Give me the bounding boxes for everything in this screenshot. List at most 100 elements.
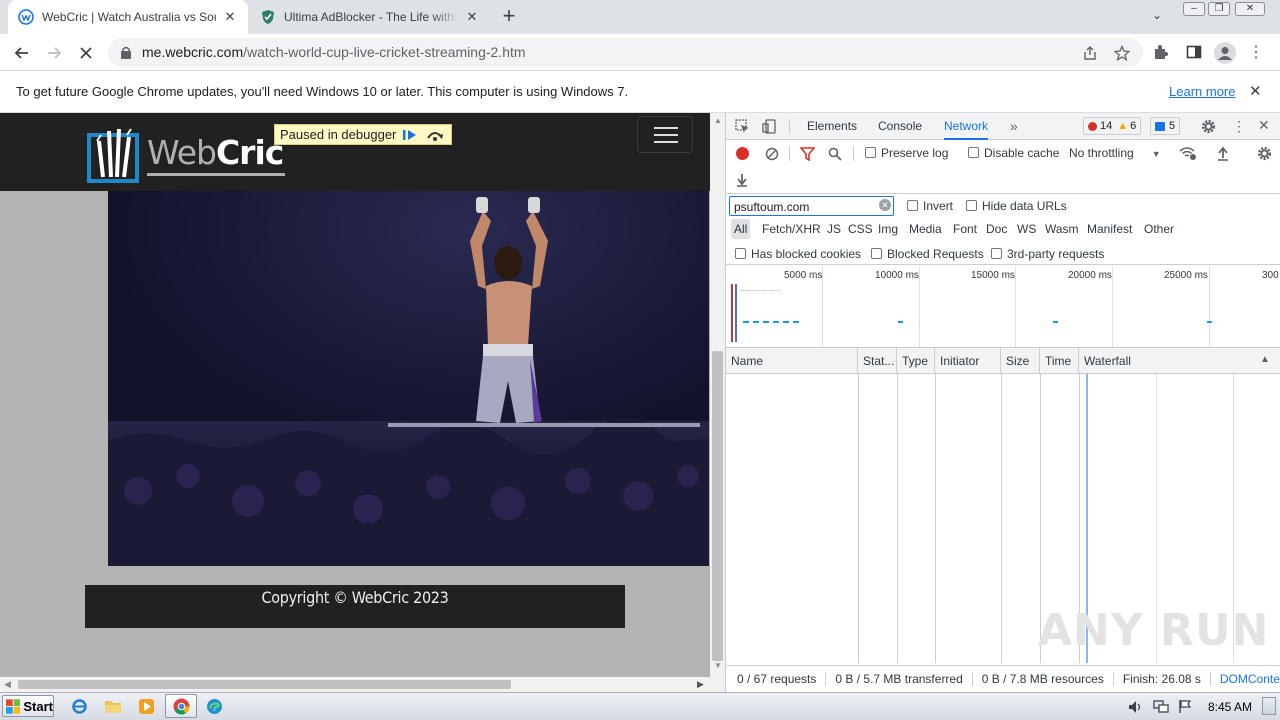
- maximize-button[interactable]: ❐: [1208, 2, 1230, 16]
- learn-more-link[interactable]: Learn more: [1169, 84, 1235, 99]
- column-name[interactable]: Name: [726, 348, 858, 374]
- filter-manifest[interactable]: Manifest: [1084, 219, 1135, 239]
- action-center-flag-icon[interactable]: [1178, 699, 1193, 714]
- tab-search-chevron-icon[interactable]: ⌄: [1152, 8, 1170, 26]
- invert-checkbox[interactable]: Invert: [907, 199, 953, 213]
- tab-ultima-adblocker[interactable]: Ultima AdBlocker - The Life without A ✕: [250, 0, 490, 34]
- kebab-menu-icon[interactable]: ⋮: [1248, 42, 1264, 62]
- filter-other[interactable]: Other: [1141, 219, 1177, 239]
- page-vertical-scrollbar[interactable]: ▲ ▼: [710, 113, 725, 677]
- filter-all[interactable]: All: [731, 219, 751, 239]
- timeline-tick: 10000 ms: [875, 270, 919, 281]
- column-type[interactable]: Type: [897, 348, 935, 374]
- profile-avatar-icon[interactable]: [1214, 42, 1236, 64]
- anyrun-watermark: ANY RUN: [1038, 605, 1270, 656]
- show-desktop-button[interactable]: [1262, 697, 1276, 715]
- media-player-icon[interactable]: [138, 698, 155, 715]
- vertical-scroll-thumb[interactable]: [712, 351, 723, 661]
- tab-network[interactable]: Network: [944, 113, 989, 140]
- hamburger-menu-button[interactable]: [637, 116, 693, 153]
- inspect-element-icon[interactable]: [735, 119, 750, 134]
- network-status-bar: 0 / 67 requests 0 B / 5.7 MB transferred…: [726, 665, 1280, 692]
- has-blocked-cookies-checkbox[interactable]: Has blocked cookies: [735, 247, 861, 261]
- device-toolbar-icon[interactable]: [762, 119, 777, 134]
- file-explorer-icon[interactable]: [104, 698, 122, 714]
- close-tab-icon[interactable]: ✕: [464, 9, 480, 25]
- filter-fetch-xhr[interactable]: Fetch/XHR: [759, 219, 824, 239]
- search-icon[interactable]: [828, 147, 842, 161]
- hide-data-urls-checkbox[interactable]: Hide data URLs: [966, 199, 1067, 213]
- export-har-icon[interactable]: [735, 172, 749, 187]
- column-waterfall[interactable]: Waterfall: [1079, 348, 1280, 374]
- webcric-logo[interactable]: WebCric: [87, 121, 287, 185]
- volume-icon[interactable]: [1128, 700, 1144, 714]
- filter-img[interactable]: Img: [875, 219, 901, 239]
- bookmark-star-icon[interactable]: [1114, 45, 1130, 61]
- preserve-log-checkbox[interactable]: Preserve log: [865, 146, 948, 160]
- start-button[interactable]: Start: [2, 695, 54, 717]
- network-settings-gear-icon[interactable]: [1257, 146, 1272, 161]
- filter-wasm[interactable]: Wasm: [1042, 219, 1082, 239]
- requests-table-header: Name Stat... Type Initiator Size Time Wa…: [726, 348, 1280, 374]
- disable-cache-checkbox[interactable]: Disable cache: [968, 146, 1059, 160]
- video-player[interactable]: [108, 191, 709, 566]
- side-panel-icon[interactable]: [1186, 44, 1202, 60]
- column-size[interactable]: Size: [1001, 348, 1040, 374]
- third-party-requests-checkbox[interactable]: 3rd-party requests: [991, 247, 1104, 261]
- tab-elements[interactable]: Elements: [807, 113, 857, 140]
- filter-icon[interactable]: [800, 147, 815, 161]
- filter-font[interactable]: Font: [950, 219, 980, 239]
- resume-execution-icon[interactable]: [402, 128, 418, 142]
- import-har-icon[interactable]: [1216, 146, 1230, 161]
- network-tray-icon[interactable]: [1153, 700, 1169, 714]
- close-window-button[interactable]: ✕: [1235, 2, 1265, 16]
- column-status[interactable]: Stat...: [858, 348, 897, 374]
- column-time[interactable]: Time: [1040, 348, 1079, 374]
- page-horizontal-scrollbar[interactable]: ◀ ▶: [0, 677, 725, 692]
- close-infobar-icon[interactable]: ✕: [1249, 82, 1262, 100]
- extensions-puzzle-icon[interactable]: [1153, 44, 1169, 60]
- messages-counter[interactable]: 5: [1150, 117, 1181, 135]
- clear-icon[interactable]: [765, 147, 779, 161]
- back-arrow-icon[interactable]: [9, 40, 35, 66]
- step-over-icon[interactable]: [426, 128, 444, 142]
- new-tab-button[interactable]: +: [497, 5, 521, 29]
- devtools-menu-icon[interactable]: ⋮: [1232, 118, 1246, 135]
- timeline-tick: 20000 ms: [1068, 270, 1112, 281]
- stop-loading-icon[interactable]: [73, 40, 99, 66]
- column-initiator[interactable]: Initiator: [935, 348, 1001, 374]
- debugger-paused-overlay: Paused in debugger: [274, 124, 452, 145]
- load-event-marker: [731, 284, 733, 342]
- blocked-filters-row: Has blocked cookies Blocked Requests 3rd…: [726, 243, 1280, 265]
- record-icon[interactable]: [736, 147, 749, 160]
- filter-css[interactable]: CSS: [845, 219, 876, 239]
- clock[interactable]: 8:45 AM: [1208, 700, 1252, 714]
- close-devtools-icon[interactable]: ✕: [1258, 117, 1270, 134]
- internet-explorer-icon[interactable]: [71, 698, 88, 715]
- share-icon[interactable]: [1082, 45, 1098, 61]
- lock-icon[interactable]: [120, 46, 132, 59]
- horizontal-scroll-thumb[interactable]: [18, 680, 511, 689]
- forward-arrow-icon[interactable]: [41, 40, 67, 66]
- tab-webcric[interactable]: WebCric | Watch Australia vs South ✕: [8, 0, 248, 34]
- more-tabs-icon[interactable]: »: [1010, 113, 1018, 140]
- filter-ws[interactable]: WS: [1014, 219, 1039, 239]
- issues-counter[interactable]: 14 ▲ 6: [1083, 117, 1142, 135]
- throttling-select[interactable]: No throttling ▼: [1069, 146, 1161, 160]
- blocked-requests-checkbox[interactable]: Blocked Requests: [871, 247, 984, 261]
- address-bar[interactable]: me.webcric.com/watch-world-cup-live-cric…: [108, 38, 1143, 67]
- minimize-button[interactable]: –: [1183, 2, 1205, 16]
- filter-doc[interactable]: Doc: [983, 219, 1010, 239]
- resources-size: 0 B / 7.8 MB resources: [973, 672, 1114, 686]
- edge-icon[interactable]: [206, 698, 223, 715]
- filter-media[interactable]: Media: [906, 219, 945, 239]
- chrome-taskbar-button[interactable]: [165, 694, 197, 718]
- filter-js[interactable]: JS: [824, 219, 844, 239]
- network-conditions-icon[interactable]: [1179, 146, 1197, 161]
- network-overview-timeline: 5000 ms 10000 ms 15000 ms 20000 ms 25000…: [726, 266, 1280, 348]
- clear-filter-icon[interactable]: ✕: [879, 199, 891, 211]
- settings-gear-icon[interactable]: [1201, 119, 1216, 134]
- tab-console[interactable]: Console: [878, 113, 922, 140]
- filter-input[interactable]: psuftoum.com ✕: [729, 196, 894, 216]
- close-tab-icon[interactable]: ✕: [222, 9, 238, 25]
